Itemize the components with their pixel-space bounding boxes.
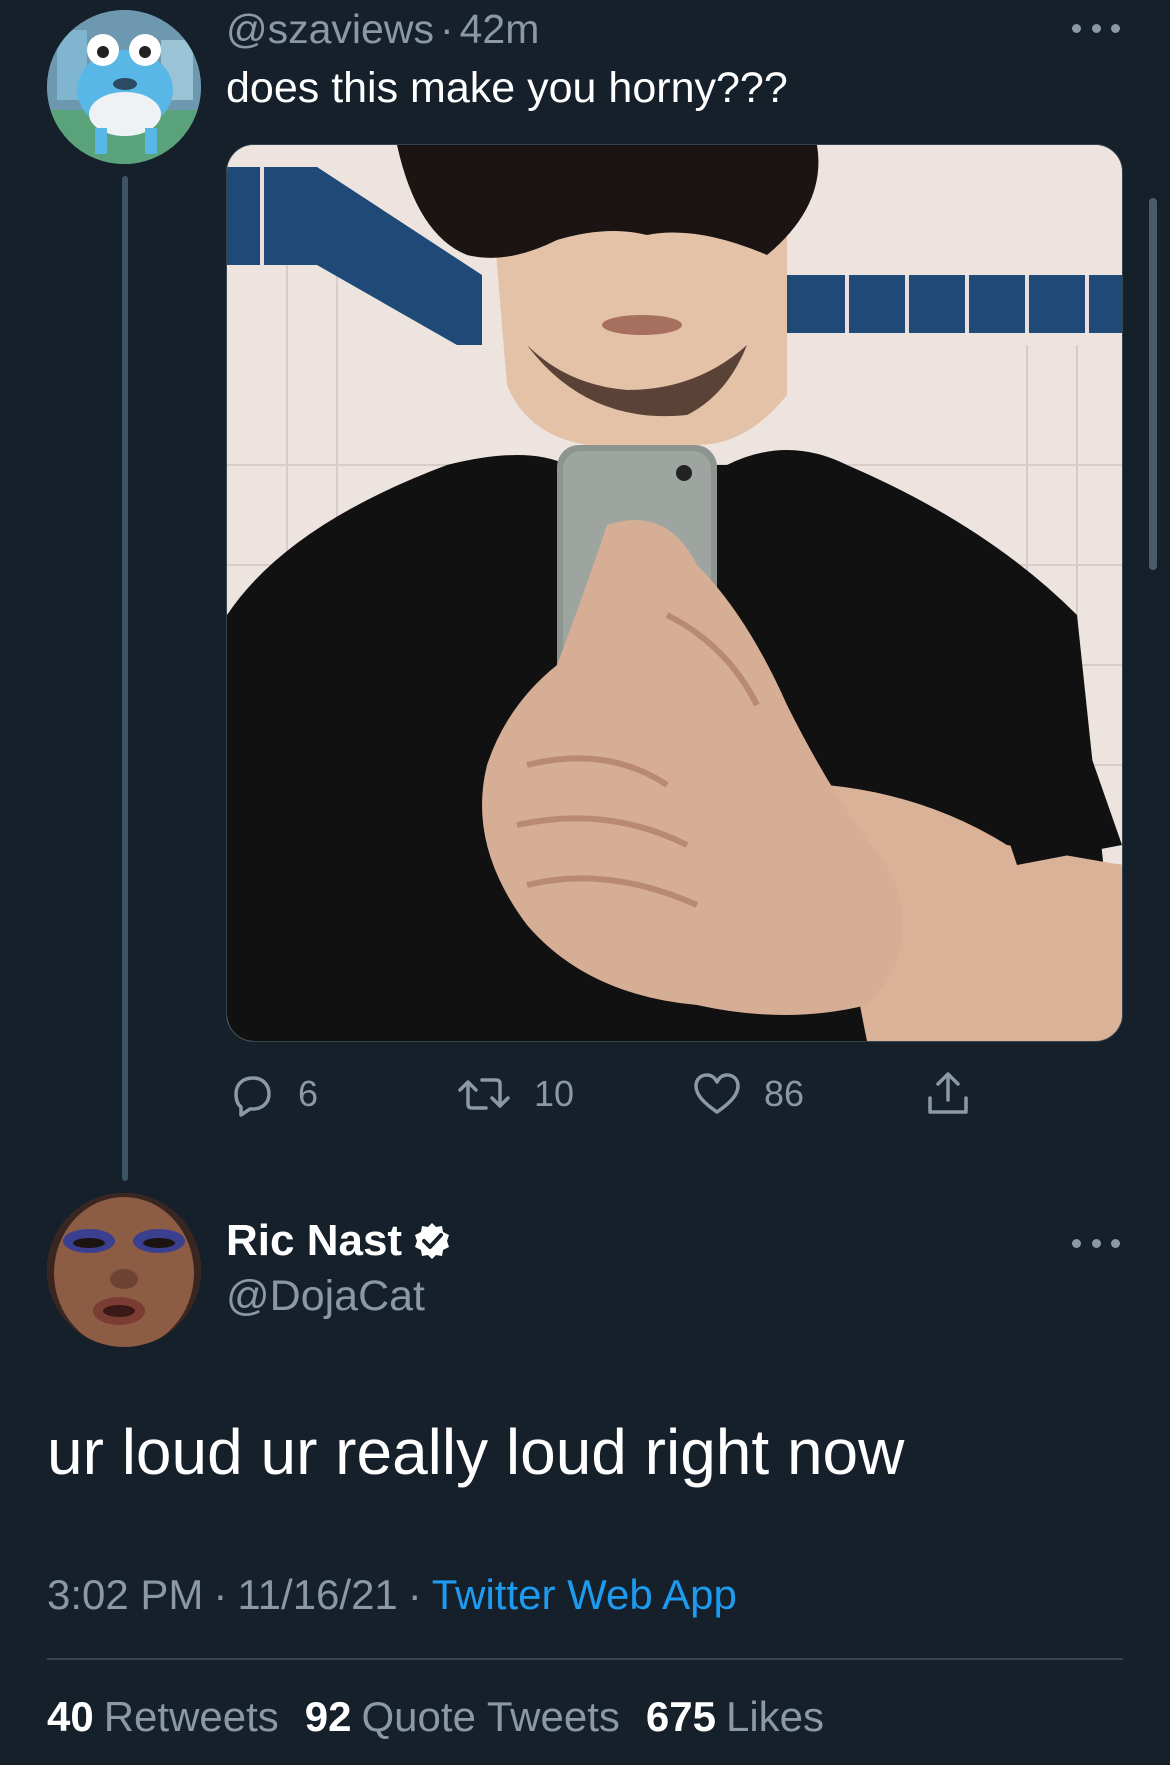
parent-time[interactable]: 42m — [460, 6, 540, 52]
tweet-source-link[interactable]: Twitter Web App — [432, 1571, 737, 1618]
quote-tweets-label: Quote Tweets — [361, 1693, 620, 1740]
likes-stat[interactable]: 675 Likes — [646, 1693, 850, 1740]
retweet-action[interactable]: 10 — [456, 1070, 574, 1118]
tweet-media-photo[interactable] — [226, 144, 1123, 1042]
scrollbar[interactable] — [1149, 198, 1157, 570]
share-icon — [928, 1072, 968, 1114]
tweet-time[interactable]: 3:02 PM — [47, 1571, 203, 1618]
display-name[interactable]: Ric Nast — [226, 1216, 452, 1266]
retweets-stat[interactable]: 40 Retweets — [47, 1693, 305, 1740]
heart-icon — [694, 1073, 740, 1114]
main-avatar[interactable] — [47, 1193, 201, 1347]
more-options-icon[interactable] — [1072, 22, 1120, 34]
likes-count: 675 — [645, 1693, 716, 1740]
quote-tweets-stat[interactable]: 92 Quote Tweets — [305, 1693, 646, 1740]
reply-action[interactable]: 6 — [228, 1070, 318, 1118]
main-handle[interactable]: @DojaCat — [226, 1272, 425, 1321]
cartoon-frog-avatar-icon — [47, 10, 201, 164]
parent-tweet-header: @szaviews · 42m — [226, 6, 539, 53]
retweet-count: 10 — [534, 1073, 575, 1114]
separator-dot: · — [407, 1571, 422, 1618]
parent-avatar[interactable] — [47, 10, 201, 164]
quote-tweets-count: 92 — [304, 1693, 352, 1740]
separator-dot: · — [213, 1571, 228, 1618]
mirror-selfie-photo-icon — [227, 145, 1122, 1041]
likes-label: Likes — [725, 1693, 825, 1740]
like-action[interactable]: 86 — [692, 1070, 804, 1118]
reply-icon — [234, 1076, 271, 1117]
retweets-count: 40 — [47, 1693, 94, 1740]
more-options-icon[interactable] — [1072, 1237, 1120, 1249]
share-action[interactable] — [924, 1070, 972, 1118]
divider — [47, 1658, 1123, 1660]
like-count: 86 — [764, 1073, 805, 1114]
display-name-text: Ric Nast — [226, 1216, 403, 1265]
retweet-icon — [458, 1078, 510, 1110]
engagement-stats: 40 Retweets 92 Quote Tweets 675 Likes — [47, 1693, 850, 1741]
verified-badge-icon — [415, 1223, 450, 1259]
retweets-label: Retweets — [103, 1693, 279, 1740]
reply-count: 6 — [298, 1073, 319, 1114]
tweet-date[interactable]: 11/16/21 — [237, 1571, 397, 1618]
face-closeup-avatar-icon — [47, 1193, 201, 1347]
separator-dot: · — [439, 6, 454, 52]
parent-tweet-text: does this make you horny??? — [226, 64, 788, 112]
parent-handle[interactable]: @szaviews — [226, 6, 434, 52]
thread-connector-line — [122, 176, 128, 1181]
tweet-metadata: 3:02 PM · 11/16/21 · Twitter Web App — [47, 1571, 737, 1619]
main-tweet-text: ur loud ur really loud right now — [47, 1416, 905, 1488]
